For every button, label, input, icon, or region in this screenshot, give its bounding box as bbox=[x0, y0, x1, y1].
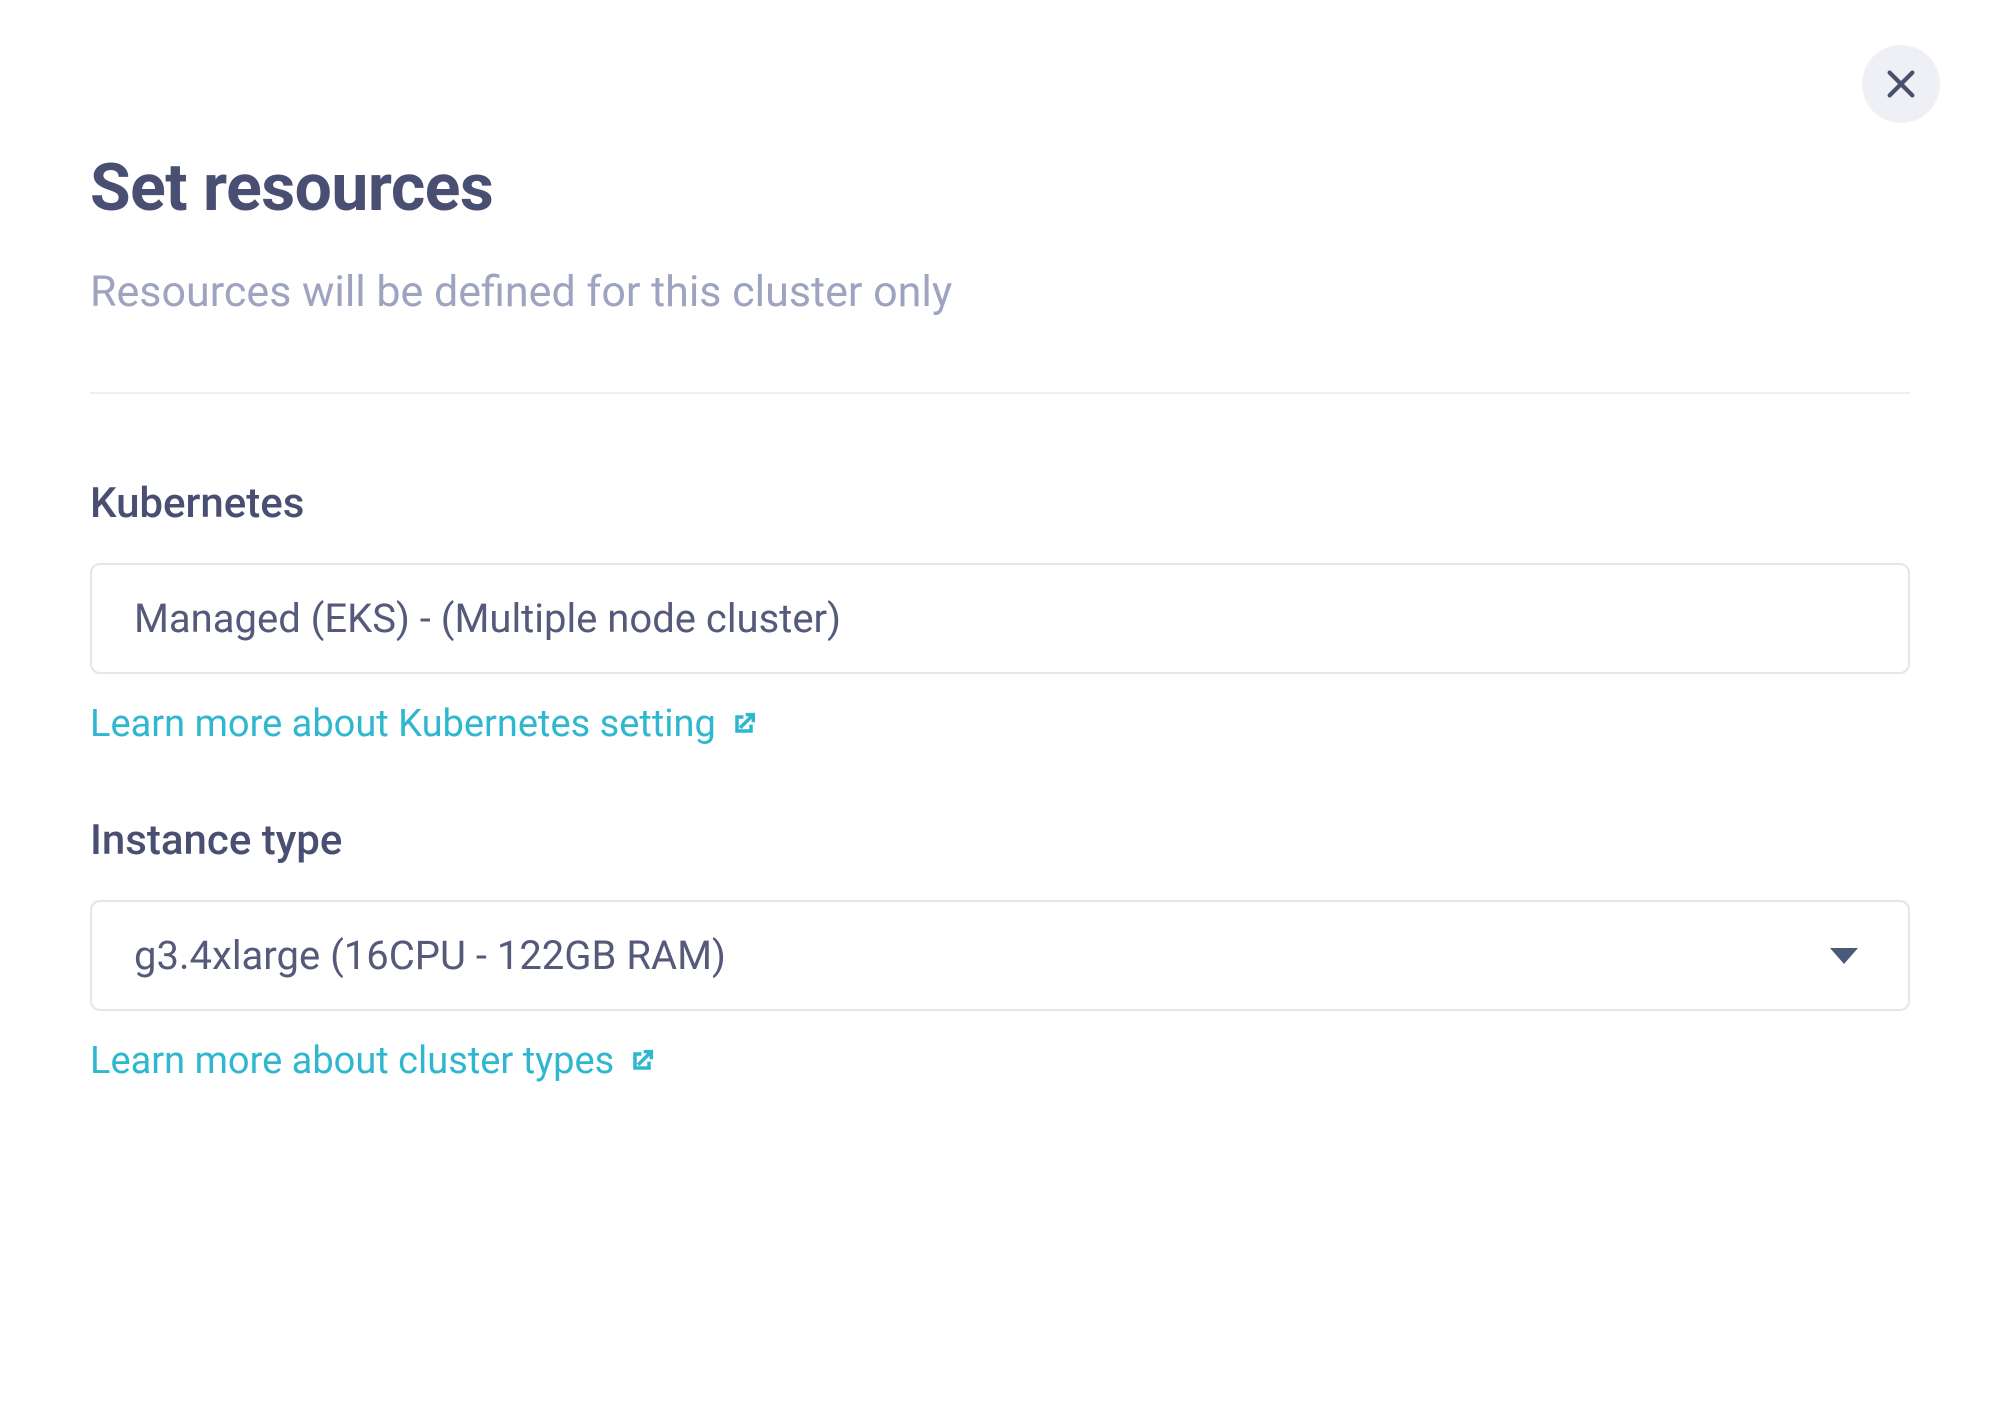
kubernetes-label: Kubernetes bbox=[90, 479, 1910, 528]
external-link-icon bbox=[730, 710, 758, 738]
instance-type-help-link[interactable]: Learn more about cluster types bbox=[90, 1039, 656, 1083]
caret-down-icon bbox=[1830, 948, 1858, 964]
close-button[interactable] bbox=[1862, 45, 1940, 123]
kubernetes-value: Managed (EKS) - (Multiple node cluster) bbox=[134, 595, 841, 642]
kubernetes-field-group: Kubernetes Managed (EKS) - (Multiple nod… bbox=[90, 479, 1910, 746]
kubernetes-value-box[interactable]: Managed (EKS) - (Multiple node cluster) bbox=[90, 563, 1910, 674]
close-icon bbox=[1884, 67, 1918, 101]
modal-subtitle: Resources will be defined for this clust… bbox=[90, 267, 1910, 317]
external-link-icon bbox=[628, 1047, 656, 1075]
instance-type-label: Instance type bbox=[90, 816, 1910, 865]
divider bbox=[90, 392, 1910, 394]
instance-type-value: g3.4xlarge (16CPU - 122GB RAM) bbox=[134, 932, 726, 979]
modal-title: Set resources bbox=[90, 150, 1910, 227]
instance-type-select[interactable]: g3.4xlarge (16CPU - 122GB RAM) bbox=[90, 900, 1910, 1011]
set-resources-modal: Set resources Resources will be defined … bbox=[0, 0, 2000, 1083]
kubernetes-help-link[interactable]: Learn more about Kubernetes setting bbox=[90, 702, 758, 746]
instance-type-field-group: Instance type g3.4xlarge (16CPU - 122GB … bbox=[90, 816, 1910, 1083]
instance-type-help-text: Learn more about cluster types bbox=[90, 1039, 614, 1083]
kubernetes-help-text: Learn more about Kubernetes setting bbox=[90, 702, 716, 746]
